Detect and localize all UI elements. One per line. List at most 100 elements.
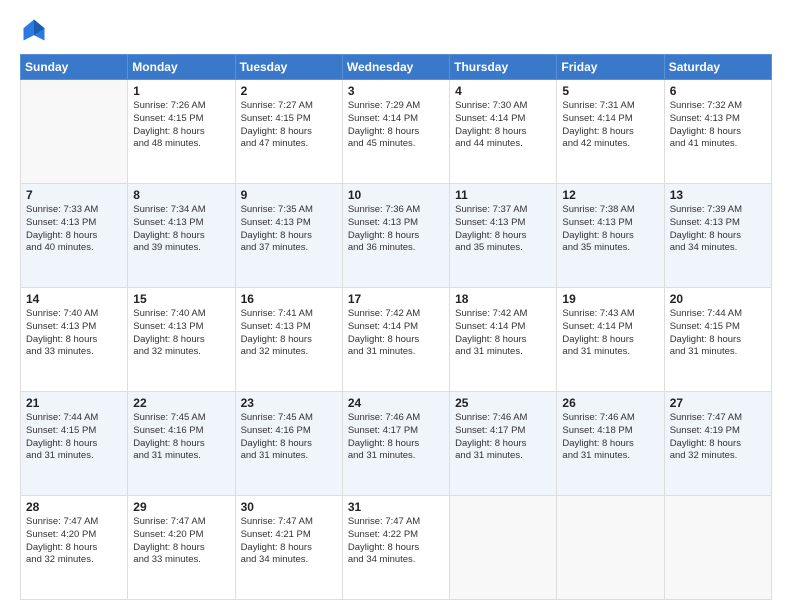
day-number: 24 xyxy=(348,396,444,410)
sunrise-text: Sunrise: 7:44 AM xyxy=(670,308,766,321)
calendar-cell: 18Sunrise: 7:42 AMSunset: 4:14 PMDayligh… xyxy=(450,288,557,392)
daylight-minutes-text: and 47 minutes. xyxy=(241,138,337,151)
day-number: 22 xyxy=(133,396,229,410)
day-number: 27 xyxy=(670,396,766,410)
sunrise-text: Sunrise: 7:45 AM xyxy=(241,412,337,425)
daylight-hours-text: Daylight: 8 hours xyxy=(455,230,551,243)
daylight-hours-text: Daylight: 8 hours xyxy=(562,334,658,347)
sunset-text: Sunset: 4:15 PM xyxy=(133,113,229,126)
sunset-text: Sunset: 4:22 PM xyxy=(348,529,444,542)
sunset-text: Sunset: 4:13 PM xyxy=(670,113,766,126)
sunrise-text: Sunrise: 7:35 AM xyxy=(241,204,337,217)
calendar-cell: 17Sunrise: 7:42 AMSunset: 4:14 PMDayligh… xyxy=(342,288,449,392)
calendar-cell xyxy=(21,80,128,184)
calendar-cell: 11Sunrise: 7:37 AMSunset: 4:13 PMDayligh… xyxy=(450,184,557,288)
calendar-cell: 3Sunrise: 7:29 AMSunset: 4:14 PMDaylight… xyxy=(342,80,449,184)
sunrise-text: Sunrise: 7:39 AM xyxy=(670,204,766,217)
sunset-text: Sunset: 4:13 PM xyxy=(133,321,229,334)
calendar-cell xyxy=(450,496,557,600)
daylight-minutes-text: and 32 minutes. xyxy=(670,450,766,463)
daylight-hours-text: Daylight: 8 hours xyxy=(670,126,766,139)
daylight-minutes-text: and 31 minutes. xyxy=(670,346,766,359)
calendar-cell: 20Sunrise: 7:44 AMSunset: 4:15 PMDayligh… xyxy=(664,288,771,392)
daylight-minutes-text: and 39 minutes. xyxy=(133,242,229,255)
sunset-text: Sunset: 4:13 PM xyxy=(133,217,229,230)
daylight-minutes-text: and 48 minutes. xyxy=(133,138,229,151)
daylight-hours-text: Daylight: 8 hours xyxy=(241,438,337,451)
sunset-text: Sunset: 4:18 PM xyxy=(562,425,658,438)
sunset-text: Sunset: 4:21 PM xyxy=(241,529,337,542)
calendar-cell: 10Sunrise: 7:36 AMSunset: 4:13 PMDayligh… xyxy=(342,184,449,288)
daylight-hours-text: Daylight: 8 hours xyxy=(670,230,766,243)
daylight-hours-text: Daylight: 8 hours xyxy=(26,334,122,347)
calendar-cell: 12Sunrise: 7:38 AMSunset: 4:13 PMDayligh… xyxy=(557,184,664,288)
sunrise-text: Sunrise: 7:47 AM xyxy=(133,516,229,529)
sunset-text: Sunset: 4:13 PM xyxy=(348,217,444,230)
sunrise-text: Sunrise: 7:47 AM xyxy=(241,516,337,529)
sunrise-text: Sunrise: 7:45 AM xyxy=(133,412,229,425)
day-number: 6 xyxy=(670,84,766,98)
day-number: 21 xyxy=(26,396,122,410)
calendar-cell: 14Sunrise: 7:40 AMSunset: 4:13 PMDayligh… xyxy=(21,288,128,392)
daylight-minutes-text: and 34 minutes. xyxy=(348,554,444,567)
sunset-text: Sunset: 4:17 PM xyxy=(348,425,444,438)
daylight-minutes-text: and 32 minutes. xyxy=(133,346,229,359)
calendar-cell: 27Sunrise: 7:47 AMSunset: 4:19 PMDayligh… xyxy=(664,392,771,496)
daylight-minutes-text: and 37 minutes. xyxy=(241,242,337,255)
daylight-minutes-text: and 41 minutes. xyxy=(670,138,766,151)
daylight-minutes-text: and 31 minutes. xyxy=(455,450,551,463)
day-number: 15 xyxy=(133,292,229,306)
sunset-text: Sunset: 4:16 PM xyxy=(133,425,229,438)
calendar-cell: 13Sunrise: 7:39 AMSunset: 4:13 PMDayligh… xyxy=(664,184,771,288)
day-number: 5 xyxy=(562,84,658,98)
daylight-minutes-text: and 32 minutes. xyxy=(26,554,122,567)
daylight-minutes-text: and 35 minutes. xyxy=(455,242,551,255)
calendar-week-4: 21Sunrise: 7:44 AMSunset: 4:15 PMDayligh… xyxy=(21,392,772,496)
weekday-header-saturday: Saturday xyxy=(664,55,771,80)
calendar-cell: 23Sunrise: 7:45 AMSunset: 4:16 PMDayligh… xyxy=(235,392,342,496)
sunrise-text: Sunrise: 7:41 AM xyxy=(241,308,337,321)
sunrise-text: Sunrise: 7:38 AM xyxy=(562,204,658,217)
weekday-header-friday: Friday xyxy=(557,55,664,80)
daylight-minutes-text: and 34 minutes. xyxy=(241,554,337,567)
daylight-minutes-text: and 34 minutes. xyxy=(670,242,766,255)
daylight-hours-text: Daylight: 8 hours xyxy=(133,126,229,139)
sunrise-text: Sunrise: 7:34 AM xyxy=(133,204,229,217)
daylight-hours-text: Daylight: 8 hours xyxy=(455,334,551,347)
calendar-cell xyxy=(557,496,664,600)
daylight-hours-text: Daylight: 8 hours xyxy=(562,126,658,139)
sunrise-text: Sunrise: 7:44 AM xyxy=(26,412,122,425)
calendar-cell: 6 Sunrise: 7:32 AMSunset: 4:13 PMDaylight… xyxy=(664,80,771,184)
daylight-hours-text: Daylight: 8 hours xyxy=(26,438,122,451)
sunrise-text: Sunrise: 7:37 AM xyxy=(455,204,551,217)
day-number: 25 xyxy=(455,396,551,410)
day-number: 3 xyxy=(348,84,444,98)
daylight-hours-text: Daylight: 8 hours xyxy=(348,438,444,451)
sunrise-text: Sunrise: 7:26 AM xyxy=(133,100,229,113)
sunrise-text: Sunrise: 7:42 AM xyxy=(348,308,444,321)
daylight-hours-text: Daylight: 8 hours xyxy=(133,334,229,347)
sunrise-text: Sunrise: 7:36 AM xyxy=(348,204,444,217)
calendar-cell xyxy=(664,496,771,600)
daylight-minutes-text: and 33 minutes. xyxy=(133,554,229,567)
calendar-cell: 8Sunrise: 7:34 AMSunset: 4:13 PMDaylight… xyxy=(128,184,235,288)
daylight-minutes-text: and 31 minutes. xyxy=(26,450,122,463)
sunrise-text: Sunrise: 7:42 AM xyxy=(455,308,551,321)
calendar-cell: 28Sunrise: 7:47 AMSunset: 4:20 PMDayligh… xyxy=(21,496,128,600)
sunset-text: Sunset: 4:13 PM xyxy=(26,217,122,230)
sunset-text: Sunset: 4:13 PM xyxy=(562,217,658,230)
logo-icon xyxy=(20,16,48,44)
daylight-hours-text: Daylight: 8 hours xyxy=(241,542,337,555)
daylight-hours-text: Daylight: 8 hours xyxy=(26,230,122,243)
sunset-text: Sunset: 4:13 PM xyxy=(241,321,337,334)
sunrise-text: Sunrise: 7:46 AM xyxy=(455,412,551,425)
sunrise-text: Sunrise: 7:47 AM xyxy=(26,516,122,529)
weekday-header-wednesday: Wednesday xyxy=(342,55,449,80)
logo xyxy=(20,16,52,44)
sunrise-text: Sunrise: 7:31 AM xyxy=(562,100,658,113)
day-number: 29 xyxy=(133,500,229,514)
sunrise-text: Sunrise: 7:27 AM xyxy=(241,100,337,113)
daylight-minutes-text: and 42 minutes. xyxy=(562,138,658,151)
sunrise-text: Sunrise: 7:40 AM xyxy=(133,308,229,321)
sunrise-text: Sunrise: 7:32 AM xyxy=(670,100,766,113)
